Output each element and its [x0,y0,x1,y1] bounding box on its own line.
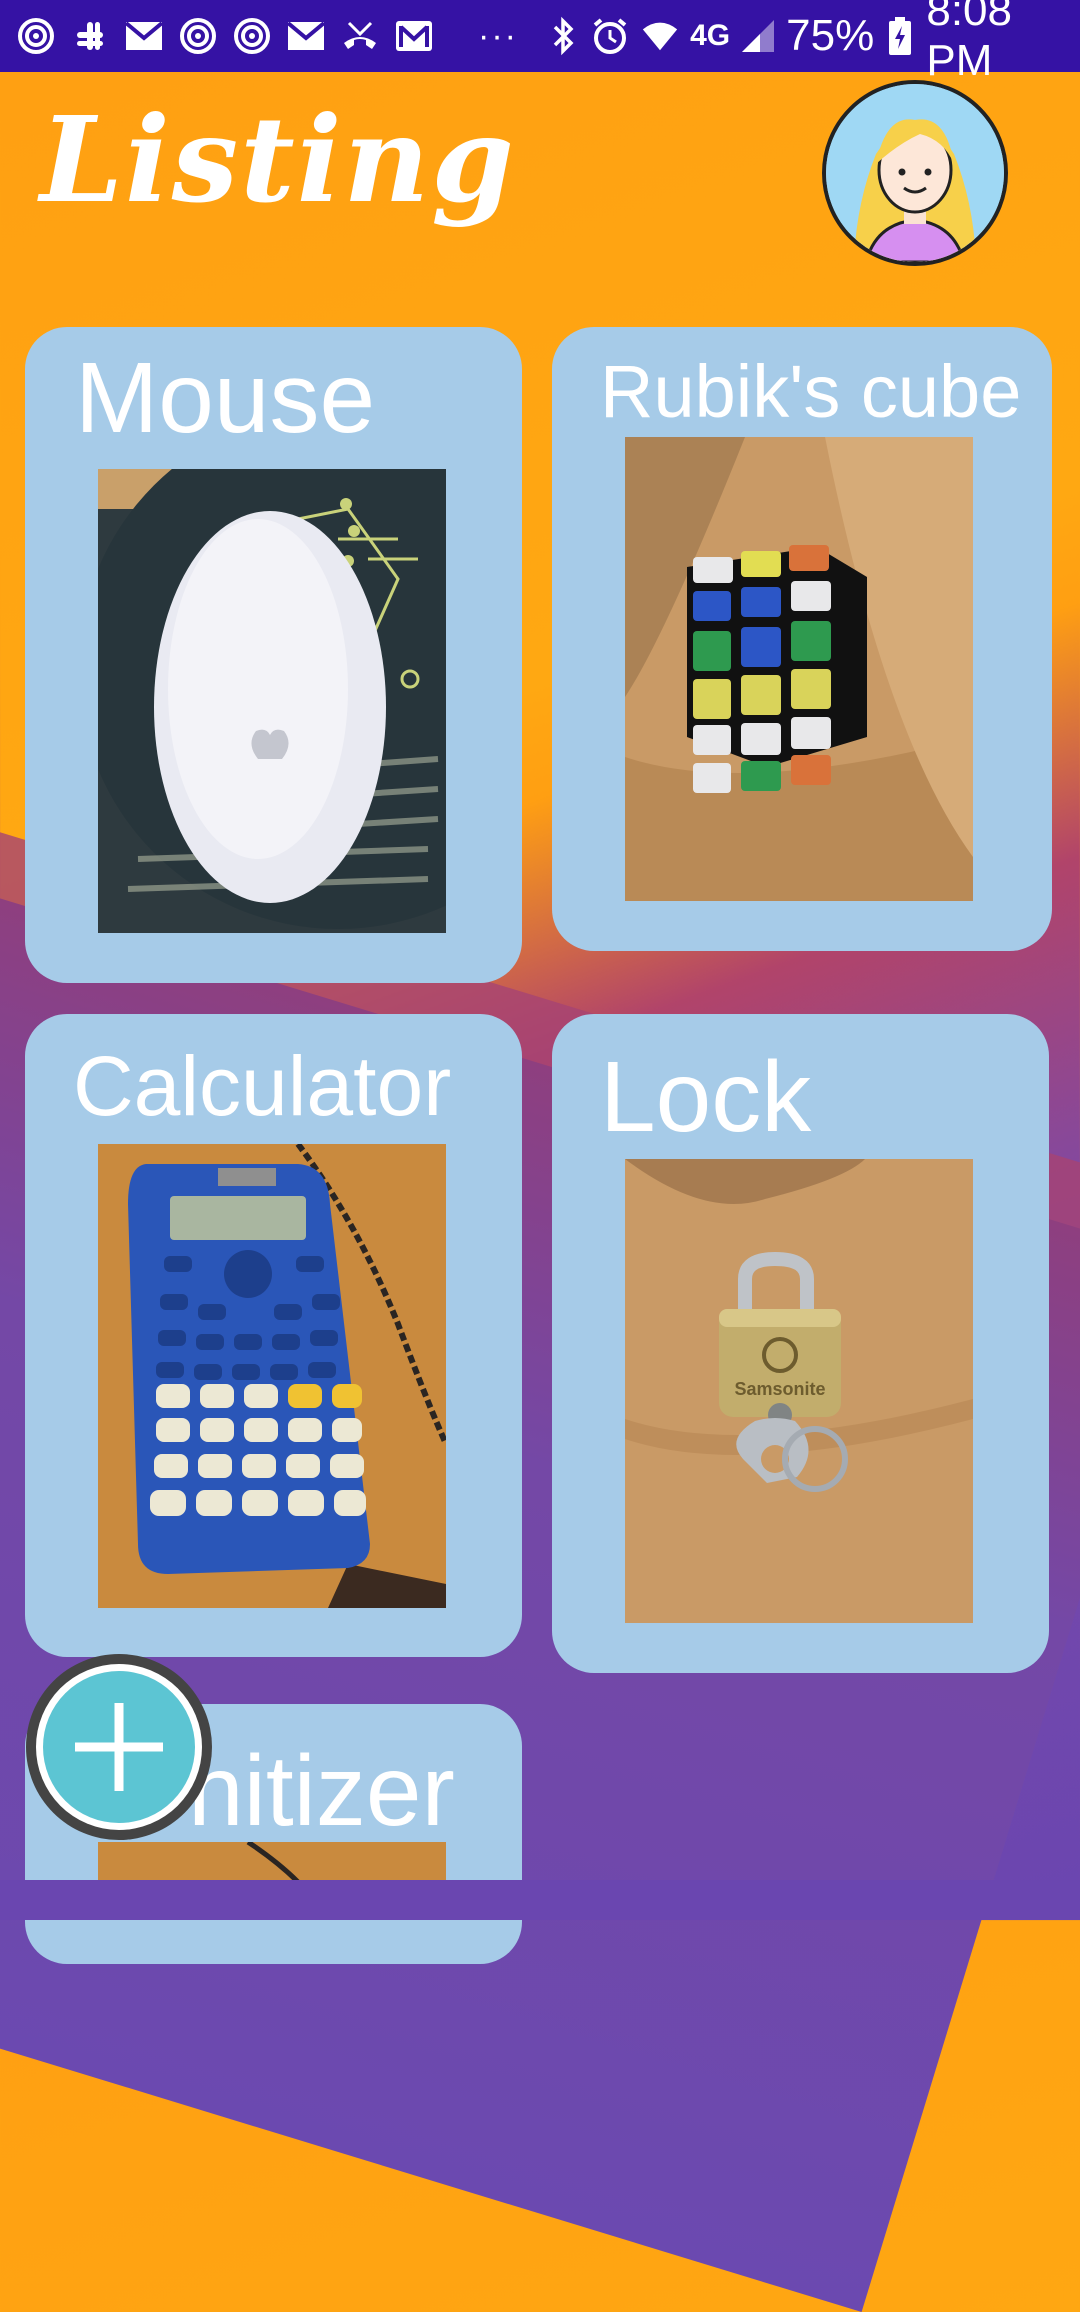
page-title: Listing [40,90,516,229]
svg-text:Samsonite: Samsonite [734,1379,825,1399]
item-title: nitizer [188,1735,455,1847]
item-title: Mouse [75,342,376,454]
bluetooth-icon [548,16,580,56]
threads-icon-2 [178,16,218,56]
rubiks-cube-photo [625,437,973,901]
lock-photo: Samsonite [625,1159,973,1623]
item-card-calculator[interactable]: Calculator [25,1014,522,1657]
profile-avatar[interactable] [822,80,1008,266]
alarm-icon [590,16,630,56]
threads-icon-3 [232,16,272,56]
battery-charging-icon [884,16,916,56]
notification-icons: ··· [0,16,548,56]
item-title: Calculator [73,1039,452,1133]
add-item-button[interactable] [26,1654,212,1840]
item-title: Lock [600,1041,812,1153]
bottom-background-strip [0,1880,1080,1920]
wifi-icon [640,16,680,56]
threads-icon [16,16,56,56]
item-card-mouse[interactable]: Mouse [25,327,522,983]
status-bar: ··· 4G 75% 8:08 PM [0,0,1080,85]
mail-icon [124,16,164,56]
plus-icon [43,1671,195,1823]
item-card-lock[interactable]: Lock Samsonite [552,1014,1049,1673]
more-notifications-indicator: ··· [478,16,518,55]
item-card-rubiks-cube[interactable]: Rubik's cube [552,327,1052,951]
gmail-icon [394,16,434,56]
item-title: Rubik's cube [600,350,1022,433]
clock-time: 8:08 PM [926,0,1012,85]
calculator-photo [98,1144,446,1608]
slack-icon [70,16,110,56]
mouse-photo [98,469,446,933]
sanitizer-photo [98,1842,446,1882]
mail-icon-2 [286,16,326,56]
battery-percent: 75% [786,11,875,60]
missed-call-icon [340,16,380,56]
signal-icon [740,16,776,56]
network-type-label: 4G [690,19,731,52]
avatar-illustration [826,84,1004,262]
system-icons: 4G 75% 8:08 PM [548,0,1080,86]
